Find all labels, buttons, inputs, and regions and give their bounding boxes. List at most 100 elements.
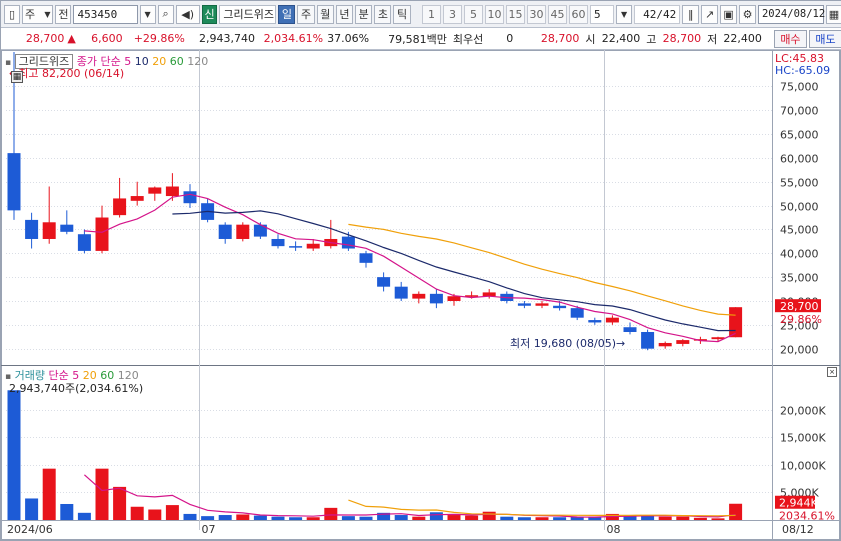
prefix-button[interactable]: 전 (55, 4, 72, 24)
candle-body (113, 198, 127, 216)
period-year[interactable]: 년 (335, 4, 354, 24)
price-change-pct: +29.86% (133, 32, 185, 45)
volume-tick-label: 10,000K (780, 460, 826, 473)
trend-icon[interactable]: ↗ (701, 4, 719, 24)
period-second[interactable]: 초 (374, 4, 392, 24)
interval-60[interactable]: 60 (568, 4, 588, 24)
candle-body (95, 217, 109, 251)
period-minute[interactable]: 분 (355, 4, 373, 24)
layout-icon[interactable]: ▯ (4, 4, 20, 24)
gear-icon[interactable]: ⚙ (739, 4, 756, 24)
date-input[interactable]: 2024/08/12 (757, 4, 826, 24)
volume-bar (130, 506, 144, 520)
volume-bar (535, 517, 549, 520)
candle-body (359, 253, 373, 263)
period-month[interactable]: 월 (316, 4, 334, 24)
current-price: 28,700 ▲ (1, 28, 79, 49)
save-icon[interactable]: ▣ (720, 4, 738, 24)
open-price: 22,400 (601, 32, 641, 45)
interval-45[interactable]: 45 (547, 4, 567, 24)
volume-bar (412, 516, 426, 520)
price-tick-label: 50,000 (780, 201, 819, 214)
candle-icon[interactable]: ‖ (682, 4, 700, 24)
time-axis-right-label: 08/12 (782, 523, 814, 536)
price-change: 6,600 (91, 32, 123, 45)
turnover-pct: 37.06% (327, 32, 370, 45)
low-label: 저 (707, 32, 718, 46)
interval-5[interactable]: 5 (463, 4, 483, 24)
price-tick-label: 65,000 (780, 129, 819, 142)
candle-body (165, 186, 179, 197)
date-value: 2024/08/12 (761, 8, 826, 20)
volume-bar (517, 517, 531, 520)
volume-bar (25, 498, 39, 520)
interval-dropdown-button[interactable]: ▼ (616, 4, 633, 24)
volume-bar (447, 515, 461, 520)
volume-bar (271, 516, 285, 520)
period-day[interactable]: 일 (278, 4, 296, 24)
candle-body (517, 303, 531, 306)
volume-bar (693, 517, 707, 520)
interval-30[interactable]: 30 (526, 4, 546, 24)
volume-bar (658, 516, 672, 520)
stock-name-value: 그리드위즈 (223, 8, 275, 21)
candle-body (25, 219, 39, 239)
interval-10[interactable]: 10 (484, 4, 504, 24)
volume-bar (324, 507, 338, 520)
candle-body (77, 234, 91, 251)
candle-body (289, 246, 303, 248)
interval-3[interactable]: 3 (442, 4, 462, 24)
volume-bar (77, 512, 91, 520)
volume-bar (341, 516, 355, 520)
buy-button[interactable]: 매수 (773, 29, 807, 48)
interval-input[interactable]: 5 (589, 4, 615, 24)
candle-body (447, 296, 461, 301)
grid-icon[interactable]: ▦ (11, 71, 23, 83)
candle-body (148, 187, 162, 194)
interval-15[interactable]: 15 (505, 4, 525, 24)
volume-bar (113, 486, 127, 520)
volume-ma-5-line (84, 474, 736, 518)
calendar-icon[interactable]: ▦ (825, 4, 841, 24)
period-week[interactable]: 주 (297, 4, 315, 24)
chevron-down-icon: ▼ (44, 9, 51, 19)
period-tick[interactable]: 틱 (393, 4, 411, 24)
preferred-label: 최우선 (452, 32, 484, 46)
candle-body (676, 340, 690, 344)
stock-code-value: 453450 (77, 7, 118, 21)
candle-body (60, 224, 74, 232)
market-select-value: 주 (25, 8, 36, 21)
stock-code-input[interactable]: 453450 (73, 4, 138, 24)
volume-bar (676, 516, 690, 520)
right-arrow-icon: → (616, 337, 626, 350)
search-icon[interactable]: ⌕ (157, 4, 174, 24)
market-select[interactable]: 주 ▼ (22, 4, 54, 24)
volume-bar (7, 390, 21, 520)
price-tick-label: 45,000 (780, 224, 819, 237)
time-tick-label: 2024/06 (7, 523, 53, 536)
price-tick-label: 35,000 (780, 272, 819, 285)
price-tick-label: 20,000 (780, 344, 819, 357)
time-tick-label: 08 (607, 523, 621, 536)
max-price-text: 최고 82,200 (06/14) (18, 67, 125, 80)
chart-canvas[interactable]: 20,00025,00030,00035,00040,00045,00050,0… (1, 50, 840, 541)
candle-body (130, 196, 144, 201)
panel-close-icon[interactable]: × (827, 367, 837, 377)
volume-bar (553, 517, 567, 520)
candle-body (341, 236, 355, 249)
code-dropdown-button[interactable]: ▼ (139, 4, 156, 24)
speaker-icon[interactable]: ◀) (175, 4, 200, 24)
volume-bar (394, 515, 408, 520)
volume-bar (306, 517, 320, 520)
volume-bar (289, 517, 303, 520)
interval-1[interactable]: 1 (421, 4, 441, 24)
price-tick-label: 40,000 (780, 248, 819, 261)
ma-5-label: 5 (124, 55, 132, 68)
ma-5-line (84, 193, 736, 343)
volume-bar (500, 516, 514, 520)
volume-bar (148, 509, 162, 520)
price-tick-label: 70,000 (780, 105, 819, 118)
volume-tick-label: 20,000K (780, 405, 826, 418)
sell-button[interactable]: 매도 (808, 29, 841, 48)
volume-bar (729, 503, 743, 520)
